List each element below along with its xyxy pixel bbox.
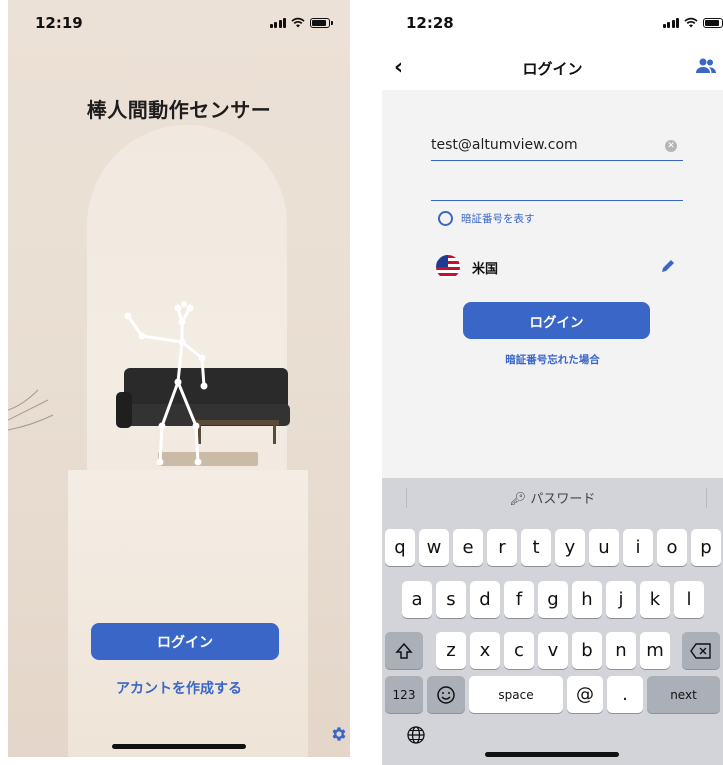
signal-icon xyxy=(269,18,286,28)
key-d[interactable]: d xyxy=(470,581,500,618)
suggestion-bar: 🔑︎ パスワード xyxy=(382,478,723,518)
key-k[interactable]: k xyxy=(640,581,670,618)
key-x[interactable]: x xyxy=(470,632,500,669)
key-n[interactable]: n xyxy=(606,632,636,669)
key-o[interactable]: o xyxy=(657,529,687,566)
email-value: test@altumview.com xyxy=(431,137,578,153)
globe-icon[interactable] xyxy=(406,725,426,745)
show-password-label: 暗証番号を表す xyxy=(461,213,535,225)
home-indicator xyxy=(112,744,246,749)
key-m[interactable]: m xyxy=(640,632,670,669)
gear-icon[interactable] xyxy=(330,725,348,743)
background-floor xyxy=(68,470,308,757)
emoji-icon xyxy=(437,685,455,704)
key-icon: 🔑︎ xyxy=(509,492,527,507)
table-leg xyxy=(273,424,276,444)
status-time: 12:28 xyxy=(406,14,454,32)
login-button[interactable]: ログイン xyxy=(91,623,279,660)
status-time: 12:19 xyxy=(35,14,83,32)
country-selector[interactable]: 米国 xyxy=(436,255,676,279)
emoji-key[interactable] xyxy=(427,676,465,713)
battery-icon xyxy=(703,18,723,28)
suggestion-label: パスワード xyxy=(530,492,596,507)
key-b[interactable]: b xyxy=(572,632,602,669)
key-e[interactable]: e xyxy=(453,529,483,566)
signal-icon xyxy=(662,18,679,28)
app-title: 棒人間動作センサー xyxy=(86,98,272,122)
delete-key[interactable] xyxy=(682,632,720,669)
key-i[interactable]: i xyxy=(623,529,653,566)
forgot-password-link[interactable]: 暗証番号忘れた場合 xyxy=(382,352,723,367)
key-f[interactable]: f xyxy=(504,581,534,618)
key-g[interactable]: g xyxy=(538,581,568,618)
users-icon[interactable] xyxy=(695,58,717,74)
status-bar: 12:19 xyxy=(8,0,350,44)
key-u[interactable]: u xyxy=(589,529,619,566)
login-button[interactable]: ログイン xyxy=(463,302,650,339)
key-j[interactable]: j xyxy=(606,581,636,618)
password-field[interactable] xyxy=(431,178,683,201)
show-password-toggle[interactable]: 暗証番号を表す xyxy=(438,211,535,226)
clear-icon[interactable]: ✕ xyxy=(665,140,677,152)
key-z[interactable]: z xyxy=(436,632,466,669)
at-key[interactable]: @ xyxy=(567,676,603,713)
password-suggestion[interactable]: 🔑︎ パスワード xyxy=(382,488,723,507)
battery-icon xyxy=(310,18,333,28)
email-field[interactable]: test@altumview.com ✕ xyxy=(431,134,683,161)
plant-decoration xyxy=(8,389,54,431)
key-q[interactable]: q xyxy=(385,529,415,566)
status-icons xyxy=(662,17,723,28)
create-account-link[interactable]: アカントを作成する xyxy=(8,678,350,698)
login-form: test@altumview.com ✕ 暗証番号を表す 米国 ログイン 暗証番… xyxy=(382,90,723,478)
keyboard: 🔑︎ パスワード qwertyuiop asdfghjkl zxcvbnm 12… xyxy=(382,478,723,765)
status-bar: 12:28 xyxy=(382,0,723,44)
key-a[interactable]: a xyxy=(402,581,432,618)
wifi-icon xyxy=(684,17,698,28)
numbers-key[interactable]: 123 xyxy=(385,676,423,713)
key-c[interactable]: c xyxy=(504,632,534,669)
key-v[interactable]: v xyxy=(538,632,568,669)
navigation-bar: ‹ ログイン xyxy=(382,44,723,90)
stick-figure-icon xyxy=(124,301,208,466)
radio-icon[interactable] xyxy=(438,211,453,226)
status-icons xyxy=(269,17,333,28)
space-key[interactable]: space xyxy=(469,676,563,713)
wifi-icon xyxy=(291,17,305,28)
backspace-icon xyxy=(690,642,711,659)
key-r[interactable]: r xyxy=(487,529,517,566)
page-title: ログイン xyxy=(522,60,583,78)
welcome-screen: 12:19 棒人間動作センサー ログイン アカントを作成する xyxy=(8,0,350,757)
key-s[interactable]: s xyxy=(436,581,466,618)
pencil-icon[interactable] xyxy=(660,258,676,274)
key-y[interactable]: y xyxy=(555,529,585,566)
period-key[interactable]: . xyxy=(607,676,643,713)
key-l[interactable]: l xyxy=(674,581,704,618)
next-key[interactable]: next xyxy=(647,676,720,713)
key-t[interactable]: t xyxy=(521,529,551,566)
home-indicator xyxy=(485,752,619,757)
key-h[interactable]: h xyxy=(572,581,602,618)
divider xyxy=(706,488,707,508)
shift-icon xyxy=(395,642,413,659)
login-screen: 12:28 ‹ ログイン test@altumview.com ✕ 暗証番号を表… xyxy=(382,0,723,765)
us-flag-icon xyxy=(436,255,460,279)
shift-key[interactable] xyxy=(385,632,423,669)
country-name: 米国 xyxy=(472,261,499,277)
key-w[interactable]: w xyxy=(419,529,449,566)
key-p[interactable]: p xyxy=(691,529,721,566)
